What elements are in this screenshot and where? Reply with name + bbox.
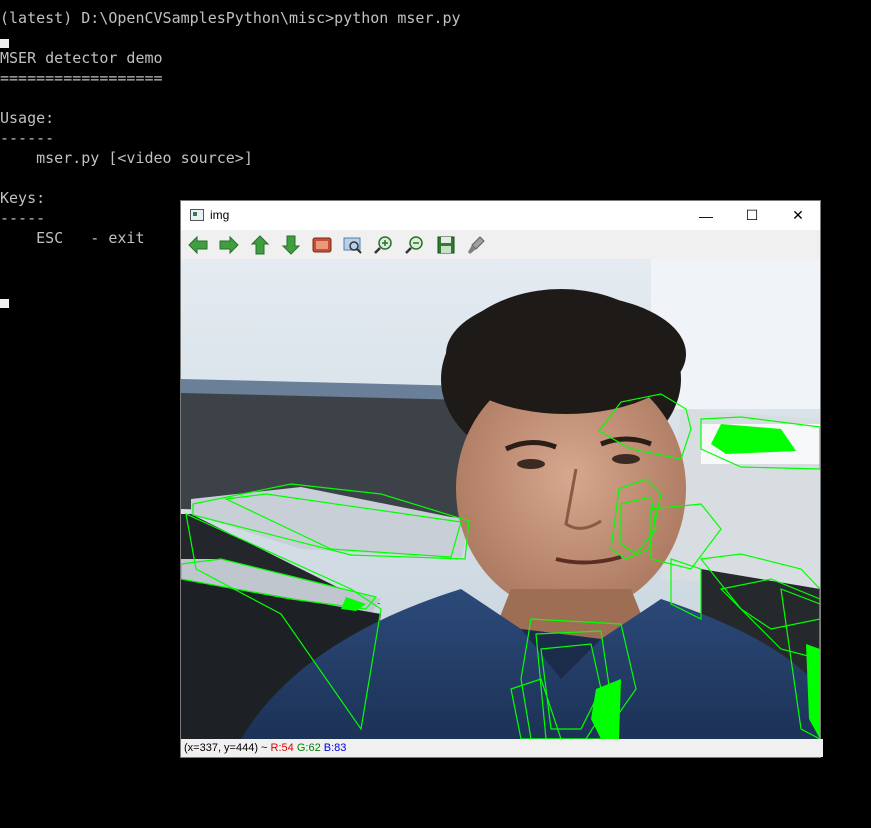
image-window: img — ☐ ✕ (x=337, y=444) ~ R:54 G:62 B:8…: [180, 200, 823, 758]
console-line: -----: [0, 209, 46, 227]
maximize-button[interactable]: ☐: [729, 201, 775, 230]
close-button[interactable]: ✕: [775, 201, 821, 230]
console-line: mser.py [<video source>]: [0, 149, 253, 167]
console-line: Keys:: [0, 189, 46, 207]
console-line: ESC - exit: [0, 229, 145, 247]
title-bar[interactable]: img — ☐ ✕: [181, 201, 820, 230]
window-title: img: [210, 208, 230, 222]
toolbar: [181, 230, 820, 260]
pan-up-icon[interactable]: [249, 235, 271, 255]
status-red: R:54: [270, 742, 294, 754]
status-blue: B:83: [323, 742, 347, 754]
console-line: Usage:: [0, 109, 55, 127]
properties-icon[interactable]: [466, 235, 488, 255]
console-cursor: [0, 299, 9, 308]
console-line: (latest) D:\OpenCVSamplesPython\misc>pyt…: [0, 9, 461, 27]
status-bar: (x=337, y=444) ~ R:54 G:62 B:83: [181, 739, 823, 757]
pan-down-icon[interactable]: [280, 235, 302, 255]
zoom-original-icon[interactable]: [342, 235, 364, 255]
pan-left-icon[interactable]: [187, 235, 209, 255]
camera-frame-image: [181, 259, 820, 739]
console-line: ------: [0, 129, 55, 147]
save-icon[interactable]: [435, 235, 457, 255]
pan-right-icon[interactable]: [218, 235, 240, 255]
status-green: G:62: [296, 742, 321, 754]
zoom-out-icon[interactable]: [404, 235, 426, 255]
status-coords: (x=337, y=444) ~: [184, 742, 271, 754]
app-icon: [190, 209, 204, 221]
console-line: MSER detector demo: [0, 49, 163, 67]
camera-image[interactable]: [181, 259, 820, 739]
minimize-button[interactable]: —: [683, 201, 729, 230]
console-line: ==================: [0, 69, 163, 87]
zoom-in-icon[interactable]: [373, 235, 395, 255]
console-cursor: [0, 39, 9, 48]
zoom-fit-icon[interactable]: [311, 235, 333, 255]
